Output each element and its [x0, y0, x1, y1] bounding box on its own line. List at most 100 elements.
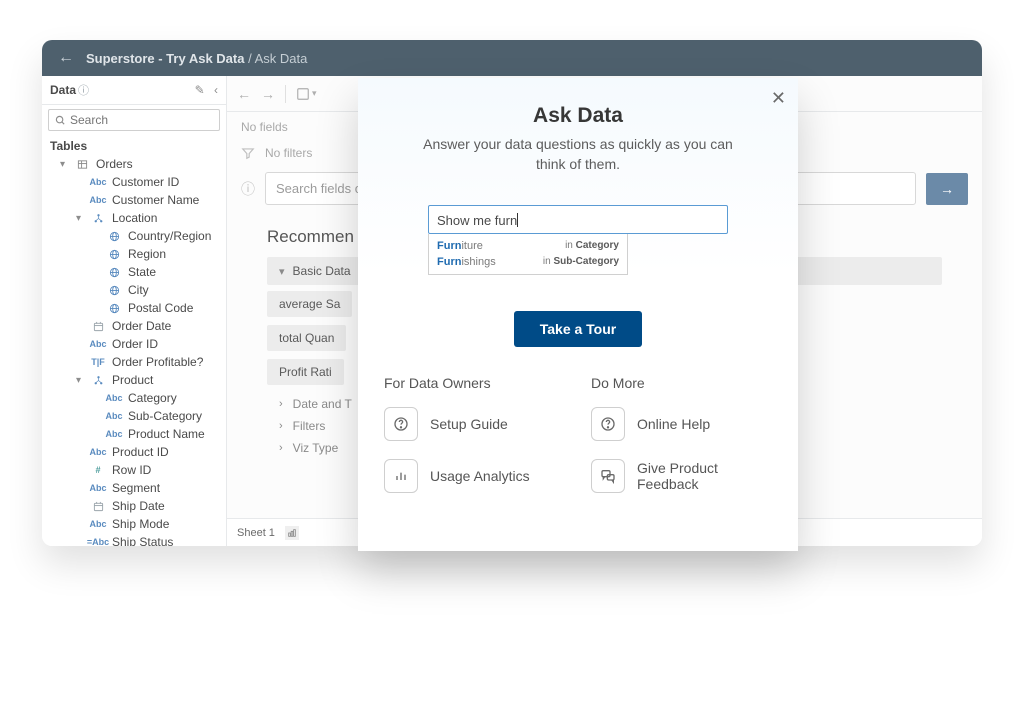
- for-data-owners-column: For Data Owners Setup GuideUsage Analyti…: [384, 375, 565, 511]
- field-country-region[interactable]: Country/Region: [42, 227, 226, 245]
- field-product[interactable]: ▾ Product: [42, 371, 226, 389]
- field-segment[interactable]: AbcSegment: [42, 479, 226, 497]
- link-label: Usage Analytics: [430, 468, 530, 484]
- recommendation-pill[interactable]: Profit Rati: [267, 359, 344, 385]
- link-label: Setup Guide: [430, 416, 508, 432]
- globe-icon: [106, 249, 122, 260]
- abc-icon: Abc: [90, 519, 106, 529]
- link-setup-guide[interactable]: Setup Guide: [384, 407, 565, 441]
- link-online-help[interactable]: Online Help: [591, 407, 772, 441]
- bar-icon: [384, 459, 418, 493]
- submit-button[interactable]: →: [926, 173, 968, 205]
- field-order-profitable-[interactable]: T|F Order Profitable?: [42, 353, 226, 371]
- close-icon: ✕: [771, 88, 786, 108]
- field-row-id[interactable]: #Row ID: [42, 461, 226, 479]
- search-icon: [55, 115, 66, 126]
- recommendation-pill[interactable]: average Sa: [267, 291, 352, 317]
- link-label: Give Product Feedback: [637, 460, 772, 492]
- field-label: Ship Mode: [112, 517, 169, 531]
- modal-subtitle: Answer your data questions as quickly as…: [423, 134, 733, 175]
- globe-icon: [106, 231, 122, 242]
- field-label: Customer Name: [112, 193, 199, 207]
- field-postal-code[interactable]: Postal Code: [42, 299, 226, 317]
- sheet-tab[interactable]: Sheet 1: [237, 527, 275, 539]
- field-label: Order Date: [112, 319, 171, 333]
- arrow-right-icon: →: [940, 181, 954, 197]
- edit-icon[interactable]: ✎: [195, 83, 205, 97]
- nav-forward-icon[interactable]: →: [261, 86, 275, 102]
- field-label: Row ID: [112, 463, 151, 477]
- cal-icon: [90, 501, 106, 512]
- calcabc-icon: =Abc: [90, 537, 106, 546]
- field-customer-id[interactable]: Abc Customer ID: [42, 173, 226, 191]
- field-label: Location: [112, 211, 157, 225]
- info-icon[interactable]: ⓘ: [78, 82, 89, 98]
- field-label: Product: [112, 373, 153, 387]
- link-usage-analytics[interactable]: Usage Analytics: [384, 459, 565, 493]
- globe-icon: [106, 303, 122, 314]
- field-label: Product Name: [128, 427, 205, 441]
- nav-back-icon[interactable]: ←: [237, 86, 251, 102]
- caret-icon: ▾: [76, 375, 84, 386]
- abc-icon: Abc: [90, 195, 106, 205]
- collapse-pane-icon[interactable]: ‹: [214, 83, 218, 97]
- close-button[interactable]: ✕: [771, 88, 786, 109]
- add-viz-icon[interactable]: [285, 526, 299, 540]
- take-a-tour-button[interactable]: Take a Tour: [514, 311, 643, 347]
- link-give-product-feedback[interactable]: Give Product Feedback: [591, 459, 772, 493]
- viz-picker-icon[interactable]: ▾: [296, 87, 317, 101]
- data-pane-title: Data: [50, 83, 76, 97]
- autocomplete-dropdown: Furniturein CategoryFurnishingsin Sub-Ca…: [428, 234, 628, 275]
- help-icon: [384, 407, 418, 441]
- field-sub-category[interactable]: Abc Sub-Category: [42, 407, 226, 425]
- sidebar-search[interactable]: [48, 109, 220, 131]
- field-region[interactable]: Region: [42, 245, 226, 263]
- filter-icon[interactable]: [241, 146, 255, 160]
- field-location[interactable]: ▾ Location: [42, 209, 226, 227]
- field-label: Segment: [112, 481, 160, 495]
- field-orders[interactable]: ▾Orders: [42, 155, 226, 173]
- field-city[interactable]: City: [42, 281, 226, 299]
- field-label: Ship Date: [112, 499, 165, 513]
- field-label: Country/Region: [128, 229, 211, 243]
- field-customer-name[interactable]: Abc Customer Name: [42, 191, 226, 209]
- sidebar-search-input[interactable]: [70, 113, 213, 127]
- field-label: Sub-Category: [128, 409, 202, 423]
- abc-icon: Abc: [106, 429, 122, 439]
- caret-icon: ▾: [76, 213, 84, 224]
- tf-icon: T|F: [90, 357, 106, 367]
- field-order-id[interactable]: AbcOrder ID: [42, 335, 226, 353]
- breadcrumb-sub: Ask Data: [255, 51, 308, 66]
- abc-icon: Abc: [90, 339, 106, 349]
- info-icon[interactable]: ⓘ: [241, 179, 255, 199]
- back-arrow-icon[interactable]: ←: [58, 50, 74, 66]
- suggestion-item[interactable]: Furnishingsin Sub-Category: [437, 254, 619, 270]
- ask-data-welcome-modal: ✕ Ask Data Answer your data questions as…: [358, 78, 798, 551]
- field-ship-date[interactable]: Ship Date: [42, 497, 226, 515]
- recommendation-pill[interactable]: total Quan: [267, 325, 346, 351]
- no-filters-label: No filters: [265, 146, 312, 160]
- suggestion-item[interactable]: Furniturein Category: [437, 238, 619, 254]
- field-product-id[interactable]: AbcProduct ID: [42, 443, 226, 461]
- breadcrumb-main[interactable]: Superstore - Try Ask Data: [86, 51, 244, 66]
- field-label: Order Profitable?: [112, 355, 203, 369]
- abc-icon: Abc: [90, 177, 106, 187]
- globe-icon: [106, 267, 122, 278]
- field-label: Region: [128, 247, 166, 261]
- field-label: Orders: [96, 157, 133, 171]
- feedback-icon: [591, 459, 625, 493]
- abc-icon: Abc: [106, 411, 122, 421]
- titlebar: ← Superstore - Try Ask Data / Ask Data: [42, 40, 982, 76]
- field-order-date[interactable]: Order Date: [42, 317, 226, 335]
- field-category[interactable]: AbcCategory: [42, 389, 226, 407]
- field-label: State: [128, 265, 156, 279]
- field-label: Customer ID: [112, 175, 179, 189]
- field-product-name[interactable]: Abc Product Name: [42, 425, 226, 443]
- field-label: City: [128, 283, 149, 297]
- field-ship-status[interactable]: =AbcShip Status: [42, 533, 226, 546]
- field-state[interactable]: State: [42, 263, 226, 281]
- do-more-column: Do More Online HelpGive Product Feedback: [591, 375, 772, 511]
- abc-icon: Abc: [90, 447, 106, 457]
- abc-icon: Abc: [106, 393, 122, 403]
- field-ship-mode[interactable]: Abc Ship Mode: [42, 515, 226, 533]
